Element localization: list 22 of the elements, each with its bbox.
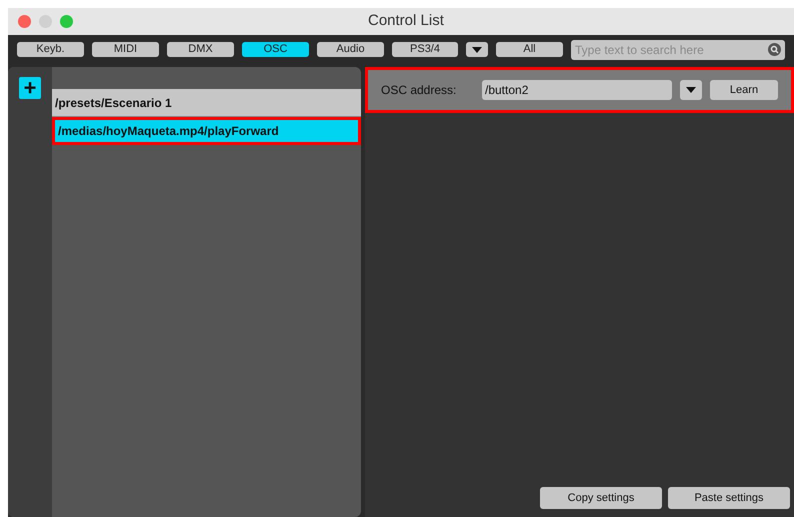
dropdown-button[interactable]	[466, 42, 488, 57]
settings-button[interactable]: Paste settings	[668, 487, 790, 509]
window-title: Control List	[368, 11, 444, 32]
search-field[interactable]: Type text to search here	[571, 40, 785, 60]
caret-icon	[686, 87, 696, 93]
all-button[interactable]: All	[496, 42, 563, 57]
tab[interactable]: Keyb.	[17, 42, 84, 57]
tab[interactable]: PS3/4	[392, 42, 458, 57]
tab[interactable]: MIDI	[92, 42, 159, 57]
control-item[interactable]: /presets/Escenario 1	[52, 89, 361, 117]
learn-button[interactable]: Learn	[710, 80, 778, 100]
dropdown-button[interactable]	[680, 80, 702, 100]
settings-button[interactable]: Copy settings	[540, 487, 662, 509]
osc-address-label: OSC address:	[381, 82, 458, 99]
add-button[interactable]: +	[19, 77, 41, 99]
caret-icon	[472, 46, 482, 52]
tab[interactable]: OSC	[242, 42, 309, 57]
tab[interactable]: Audio	[317, 42, 384, 57]
control-item[interactable]: /medias/hoyMaqueta.mp4/playForward	[52, 117, 361, 145]
osc-address-field[interactable]: /button2	[482, 80, 672, 100]
tab[interactable]: DMX	[167, 42, 234, 57]
search-icon[interactable]	[768, 43, 781, 56]
